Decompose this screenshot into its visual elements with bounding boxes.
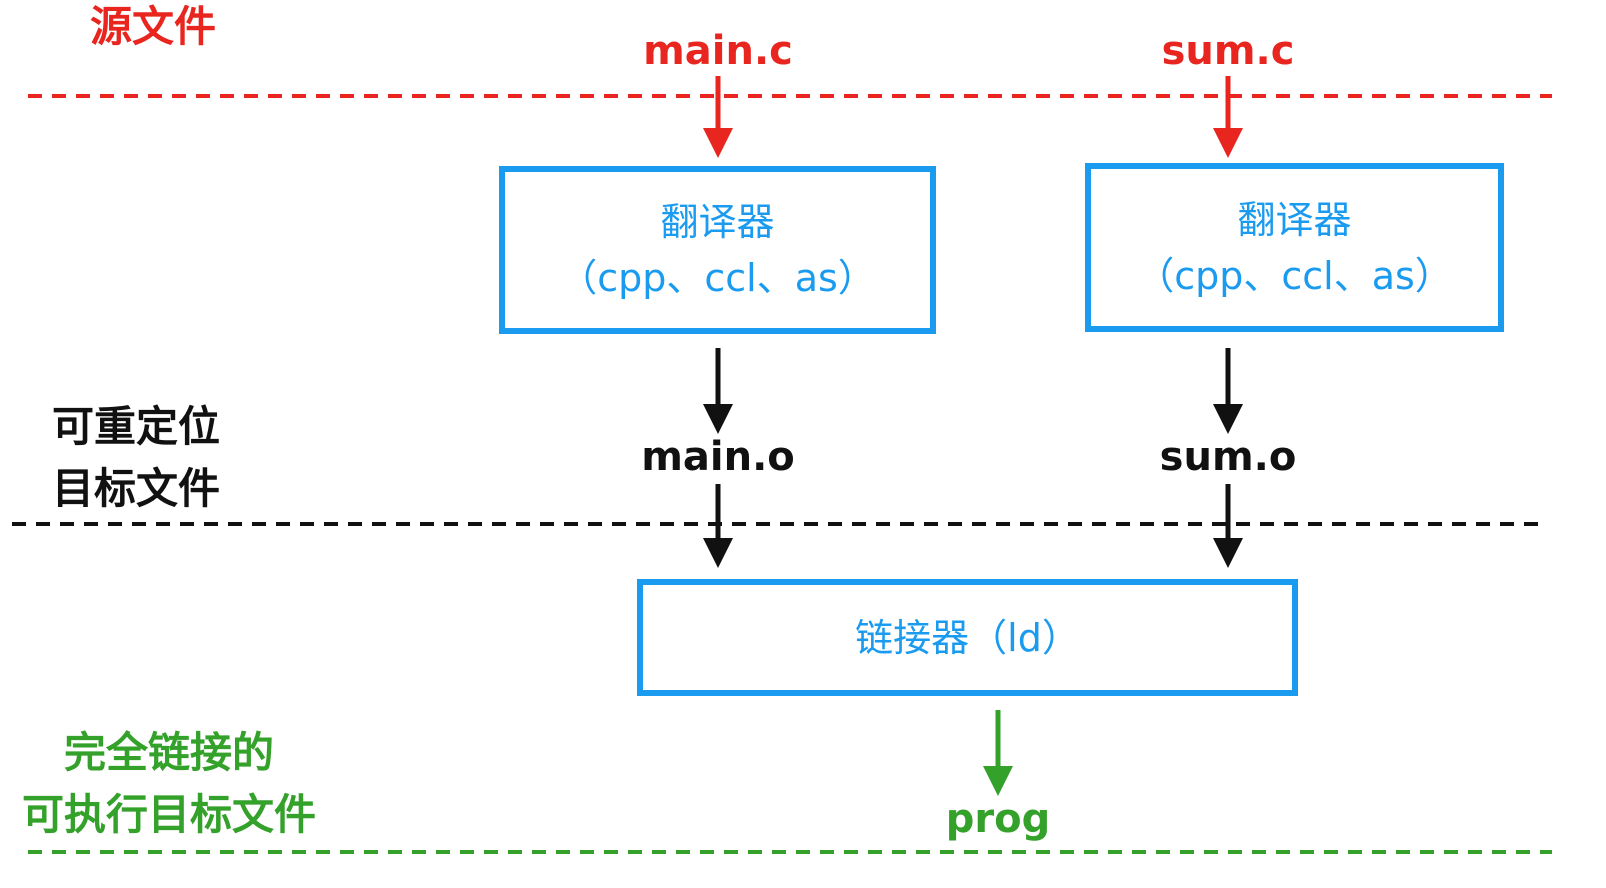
relocatable-label-line1: 可重定位 (52, 402, 221, 451)
translator-box-right: 翻译器 （cpp、ccl、as） (1085, 163, 1504, 332)
executable-label-line1: 完全链接的 (64, 728, 275, 777)
file-sum-c: sum.c (1161, 28, 1295, 74)
file-main-o: main.o (641, 434, 795, 480)
file-sum-o: sum.o (1159, 434, 1297, 480)
arrow-main-c-to-translator (703, 76, 733, 158)
relocatable-object-label: 可重定位 目标文件 (52, 396, 220, 520)
arrow-sum-c-to-translator (1213, 76, 1243, 158)
executable-object-label: 完全链接的 可执行目标文件 (22, 722, 316, 846)
linker-label: 链接器（ld） (855, 615, 1080, 660)
file-main-c: main.c (643, 28, 793, 74)
translator-title: 翻译器 (660, 200, 775, 244)
translator-tools: （cpp、ccl、as） (559, 256, 876, 300)
executable-label-line2: 可执行目标文件 (22, 790, 317, 839)
relocatable-label-line2: 目标文件 (52, 464, 221, 513)
arrow-main-o-to-linker (703, 484, 733, 568)
arrow-linker-to-prog (983, 710, 1013, 796)
source-files-label: 源文件 (90, 2, 217, 51)
file-prog: prog (945, 796, 1051, 842)
arrow-translator-to-sum-o (1213, 348, 1243, 434)
linker-box: 链接器（ld） (637, 579, 1298, 696)
translator-title: 翻译器 (1237, 197, 1352, 242)
translator-box-left: 翻译器 （cpp、ccl、as） (499, 166, 936, 334)
arrow-translator-to-main-o (703, 348, 733, 434)
translator-tools: （cpp、ccl、as） (1136, 253, 1453, 298)
